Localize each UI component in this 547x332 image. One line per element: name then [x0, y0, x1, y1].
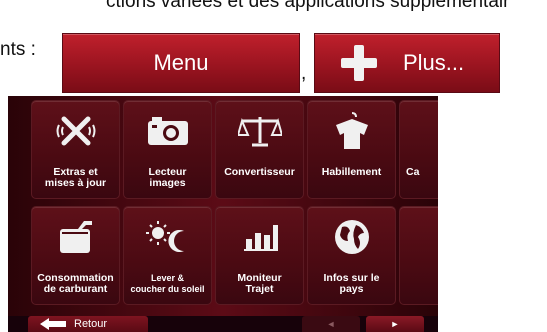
- tile-label: Lever & coucher du soleil: [130, 273, 205, 294]
- document-comma: ,: [301, 63, 307, 84]
- tile-label: Infos sur le pays: [323, 272, 380, 295]
- back-arrow-icon: [40, 318, 66, 330]
- camera-icon: [124, 107, 211, 155]
- back-button[interactable]: Retour: [28, 316, 148, 332]
- tile-label: Lecteur images: [148, 166, 187, 189]
- right-arrow-icon: ►: [390, 319, 400, 329]
- left-arrow-icon: ◄: [326, 319, 336, 329]
- tile-label: Habillement: [321, 166, 382, 178]
- back-button-label: Retour: [74, 318, 108, 330]
- tile-clothing[interactable]: Habillement: [307, 100, 396, 199]
- tile-label: Extras et mises à jour: [44, 166, 107, 189]
- tile-label: Convertisseur: [224, 166, 295, 178]
- tile-label: Consommation de carburant: [37, 272, 114, 295]
- satellite-icon: [32, 107, 119, 155]
- tile-label: Ca: [406, 166, 420, 178]
- fuel-can-icon: [32, 213, 119, 261]
- plus-button[interactable]: Plus...: [314, 33, 500, 93]
- bar-chart-icon: [216, 213, 303, 261]
- sun-moon-icon: [124, 213, 211, 261]
- tile-partial[interactable]: Ca: [399, 100, 438, 199]
- plus-button-label: Plus...: [403, 50, 465, 75]
- tile-label: Moniteur Trajet: [237, 272, 282, 295]
- previous-page-button[interactable]: ◄: [302, 316, 360, 332]
- tile-extras-updates[interactable]: Extras et mises à jour: [31, 100, 120, 199]
- menu-button[interactable]: Menu: [62, 33, 300, 93]
- scale-icon: [216, 107, 303, 155]
- menu-button-label: Menu: [153, 50, 209, 75]
- document-text-prefix: nts :: [0, 39, 36, 60]
- navigation-screen: Extras et mises à jour Lecteur images Co…: [8, 96, 438, 332]
- tile-partial-2[interactable]: [399, 206, 438, 305]
- tile-sunrise-sunset[interactable]: Lever & coucher du soleil: [123, 206, 212, 305]
- tile-image-viewer[interactable]: Lecteur images: [123, 100, 212, 199]
- plus-icon: [341, 45, 377, 81]
- tile-country-info[interactable]: Infos sur le pays: [307, 206, 396, 305]
- document-text-line: ctions variées et des applications suppl…: [106, 0, 510, 12]
- tile-converter[interactable]: Convertisseur: [215, 100, 304, 199]
- tile-trip-monitor[interactable]: Moniteur Trajet: [215, 206, 304, 305]
- tile-fuel-consumption[interactable]: Consommation de carburant: [31, 206, 120, 305]
- next-page-button[interactable]: ►: [366, 316, 424, 332]
- globe-icon: [308, 213, 395, 261]
- shirt-icon: [308, 107, 395, 155]
